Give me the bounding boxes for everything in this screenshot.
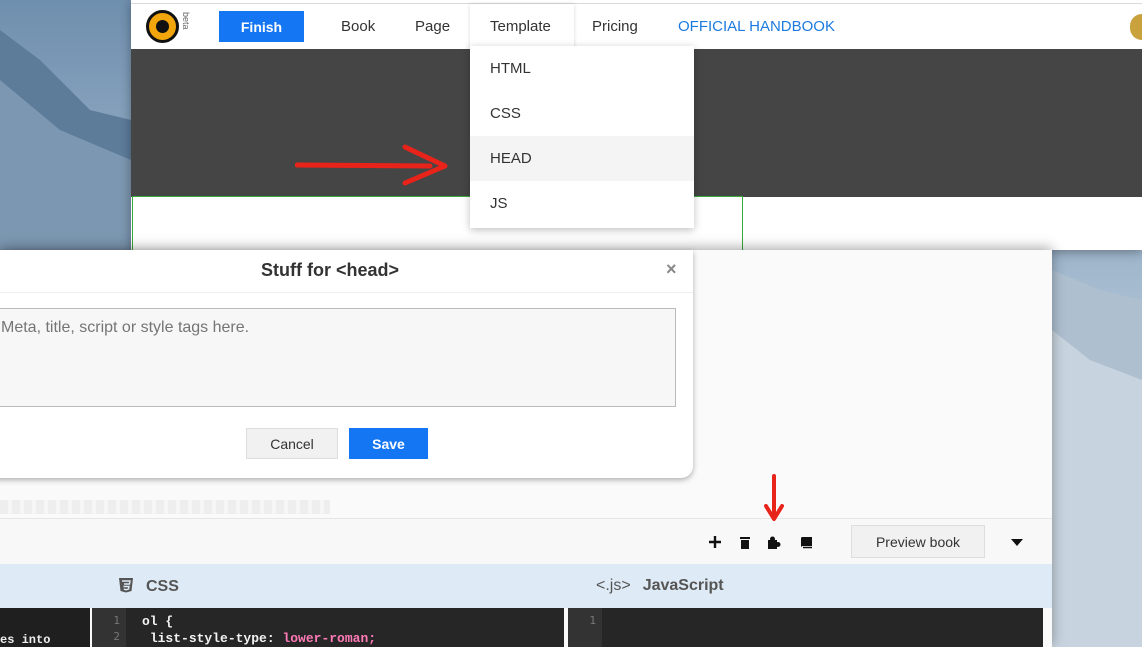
css-gutter: 1 2 [92, 608, 126, 647]
head-modal: Stuff for <head> × Cancel Save [0, 250, 693, 478]
nav-template[interactable]: Template [490, 18, 551, 35]
css-label: CSS [146, 578, 179, 595]
js-gutter: 1 [568, 608, 602, 647]
css-code-pane[interactable]: 1 2 ol { list-style-type: lower-roman; [92, 608, 564, 647]
faded-background-text [0, 500, 330, 514]
menu-item-html[interactable]: HTML [470, 46, 694, 91]
beta-badge: beta [181, 12, 191, 30]
line-number: 1 [113, 614, 120, 627]
finish-button[interactable]: Finish [219, 11, 304, 42]
line-number: 1 [589, 614, 596, 627]
annotation-arrow-down-icon [764, 474, 784, 521]
css-value: lower-roman; [282, 631, 377, 646]
annotation-arrow-right-icon [295, 144, 448, 186]
head-tags-textarea[interactable] [0, 308, 676, 407]
chevron-down-icon[interactable] [1011, 539, 1023, 546]
modal-title: Stuff for <head> [260, 260, 399, 280]
code-line: ol { [142, 614, 174, 629]
code-line: list-style-type: lower-roman; [142, 630, 376, 647]
preview-book-button[interactable]: Preview book [851, 525, 985, 558]
editor-bottom-window: Stuff for <head> × Cancel Save Preview b… [0, 250, 1052, 647]
save-button[interactable]: Save [349, 428, 428, 459]
nav-book[interactable]: Book [341, 18, 375, 35]
css-panel-title: CSS [118, 577, 179, 596]
trash-icon[interactable] [736, 533, 754, 551]
template-dropdown-menu: HTML CSS HEAD JS [470, 46, 694, 228]
user-avatar[interactable] [1130, 14, 1142, 40]
modal-divider [0, 292, 693, 293]
js-prefix: <.js> [596, 577, 631, 594]
editor-toolbar: Preview book [0, 518, 1052, 564]
top-navbar: beta Finish Book Page Template Pricing O… [131, 3, 1142, 50]
html-code-pane[interactable]: es into [0, 608, 90, 647]
cancel-button[interactable]: Cancel [246, 428, 338, 459]
menu-item-js[interactable]: JS [470, 181, 694, 226]
line-number: 2 [113, 630, 120, 643]
html-code-snippet: es into [0, 633, 51, 647]
app-logo[interactable] [146, 10, 179, 43]
css3-icon [119, 578, 133, 593]
puzzle-icon[interactable] [765, 533, 783, 551]
menu-item-head[interactable]: HEAD [470, 136, 694, 181]
nav-page[interactable]: Page [415, 18, 450, 35]
close-icon[interactable]: × [666, 259, 677, 280]
nav-official-handbook[interactable]: OFFICIAL HANDBOOK [678, 18, 835, 35]
css-code: ol { list-style-type: lower-roman; [142, 613, 376, 647]
book-icon[interactable] [797, 533, 815, 551]
editor-header: CSS <.js> JavaScript [0, 564, 1052, 608]
css-property: list-style-type: [149, 631, 275, 646]
plus-icon[interactable] [706, 533, 724, 551]
menu-item-css[interactable]: CSS [470, 91, 694, 136]
js-code-pane[interactable]: 1 [568, 608, 1043, 647]
js-label: JavaScript [642, 577, 724, 594]
js-panel-title: <.js> JavaScript [596, 577, 724, 595]
nav-pricing[interactable]: Pricing [592, 18, 638, 35]
